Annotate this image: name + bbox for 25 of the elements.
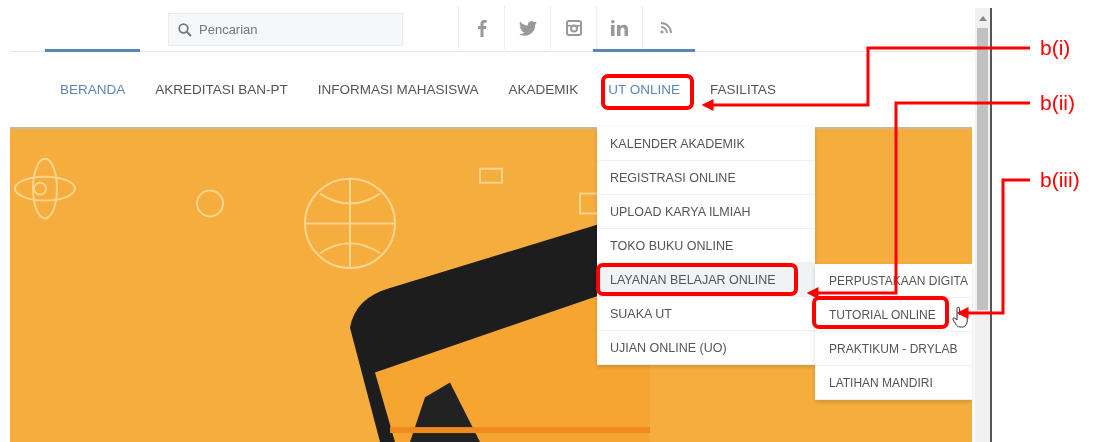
- menu-item[interactable]: REGISTRASI ONLINE: [597, 161, 815, 195]
- twitter-icon[interactable]: [518, 20, 537, 36]
- search-icon: [178, 23, 192, 37]
- instagram-icon[interactable]: [565, 20, 582, 36]
- facebook-icon[interactable]: [476, 19, 487, 37]
- submenu-item[interactable]: PRAKTIKUM - DRYLAB: [815, 332, 972, 366]
- nav-item[interactable]: AKADEMIK: [493, 49, 594, 127]
- rss-icon[interactable]: [659, 22, 672, 34]
- submenu-item[interactable]: LATIHAN MANDIRI: [815, 366, 972, 400]
- menu-item[interactable]: TOKO BUKU ONLINE: [597, 229, 815, 263]
- scroll-thumb[interactable]: [977, 28, 988, 310]
- nav-item[interactable]: INFORMASI MAHASISWA: [302, 49, 494, 127]
- linkedin-icon[interactable]: [610, 20, 629, 36]
- search-field[interactable]: Pencarian: [168, 13, 403, 46]
- nav-item[interactable]: AKREDITASI BAN-PT: [140, 49, 303, 127]
- menu-item[interactable]: KALENDER AKADEMIK: [597, 127, 815, 161]
- scrollbar[interactable]: [975, 8, 992, 442]
- nav-item[interactable]: FASILITAS: [695, 49, 791, 127]
- annotation-label: b(ii): [1040, 91, 1075, 115]
- annotation-label: b(i): [1040, 36, 1071, 60]
- hand-cursor-icon: [952, 306, 968, 328]
- menu-item[interactable]: SUAKA UT: [597, 297, 815, 331]
- annotation-label: b(iii): [1040, 168, 1080, 192]
- menu-item[interactable]: UPLOAD KARYA ILMIAH: [597, 195, 815, 229]
- scroll-up-icon[interactable]: [978, 16, 987, 21]
